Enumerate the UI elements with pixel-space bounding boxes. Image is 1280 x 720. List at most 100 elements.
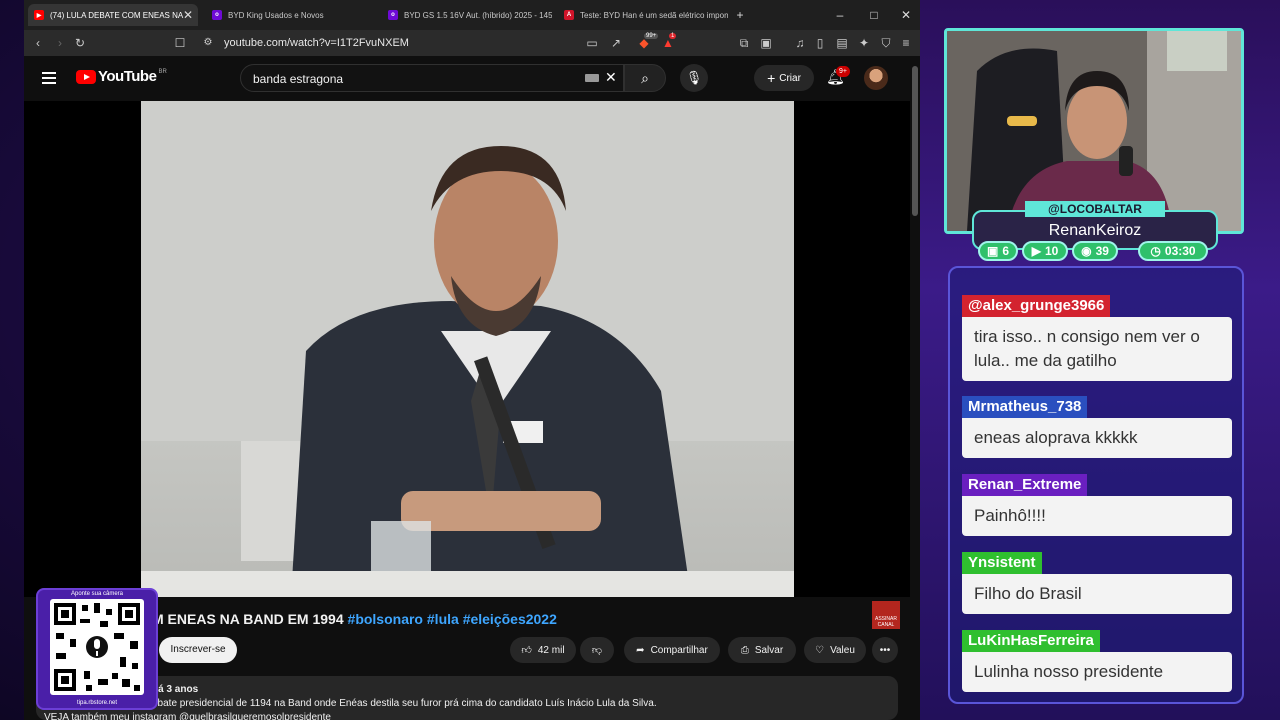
search-icon: ⌕ bbox=[641, 70, 649, 86]
page-scrollbar[interactable] bbox=[910, 56, 920, 720]
youtube-icon: ▶ bbox=[34, 10, 44, 20]
browser-toolbar: ‹ › ↻ ☐ ⚙ youtube.com/watch?v=I1T2FvuNXE… bbox=[24, 30, 920, 56]
kick-viewers: ◉ 39 bbox=[1072, 241, 1118, 261]
plus-icon: + bbox=[767, 70, 776, 86]
chat-username: Mrmatheus_738 bbox=[962, 396, 1088, 418]
stream-timer: ◷ 03:30 bbox=[1138, 241, 1208, 261]
reload-icon[interactable]: ↻ bbox=[72, 35, 88, 51]
sidebar-icon[interactable]: ▯ bbox=[812, 35, 828, 51]
chat-text: tira isso.. n consigo nem ver o lula.. m… bbox=[962, 317, 1232, 381]
chat-username: @alex_grunge3966 bbox=[962, 295, 1111, 317]
subscribe-button[interactable]: Inscrever-se bbox=[159, 637, 237, 663]
streamer-handle: @LOCOBALTAR bbox=[1025, 201, 1165, 217]
tab-byd-han[interactable]: A Teste: BYD Han é um sedã elétrico impo… bbox=[558, 4, 728, 26]
chat-username: Ynsistent bbox=[962, 552, 1042, 574]
kick-count: 39 bbox=[1095, 244, 1109, 258]
tab-byd-gs[interactable]: o BYD GS 1.5 16V Aut. (híbrido) 2025 - 1… bbox=[382, 4, 552, 26]
create-button[interactable]: + Criar bbox=[754, 65, 814, 91]
youtube-page: YouTube BR banda estragona ✕ ⌕ 🎙︎ + Cria… bbox=[24, 56, 920, 720]
heart-icon: ♡ bbox=[815, 644, 825, 656]
clock-icon: ◷ bbox=[1150, 244, 1161, 258]
timer-value: 03:30 bbox=[1164, 244, 1196, 258]
logo-text: YouTube bbox=[98, 68, 157, 85]
voice-search-button[interactable]: 🎙︎ bbox=[680, 64, 708, 92]
kick-icon: ◉ bbox=[1081, 244, 1092, 258]
autoesporte-icon: A bbox=[564, 10, 574, 20]
more-actions-button[interactable]: ••• bbox=[872, 637, 898, 663]
like-count: 42 mil bbox=[537, 644, 565, 656]
keyboard-icon[interactable] bbox=[585, 74, 599, 82]
back-icon[interactable]: ‹ bbox=[30, 35, 46, 51]
video-title: M ENEAS NA BAND EM 1994 #bolsonaro #lula… bbox=[152, 611, 557, 627]
notification-count: 9+ bbox=[836, 66, 850, 77]
like-button[interactable]: 👍︎ 42 mil bbox=[510, 637, 576, 663]
leo-ai-icon[interactable]: ✦ bbox=[856, 35, 872, 51]
tab-youtube[interactable]: ▶ (74) LULA DEBATE COM ENEAS NA bbox=[28, 4, 198, 26]
close-window-icon[interactable]: ✕ bbox=[898, 7, 914, 23]
thanks-label: Valeu bbox=[830, 644, 855, 656]
clear-search-icon[interactable]: ✕ bbox=[605, 69, 617, 86]
create-label: Criar bbox=[779, 72, 801, 84]
tab-label: Teste: BYD Han é um sedã elétrico impone… bbox=[580, 10, 728, 20]
save-button[interactable]: ⎙ Salvar bbox=[728, 637, 796, 663]
twitch-viewers: ▣ 6 bbox=[978, 241, 1018, 261]
extensions-icon[interactable]: ⧉ bbox=[736, 35, 752, 51]
subscribe-channel-overlay[interactable]: ASSINAR CANAL bbox=[872, 601, 900, 629]
maximize-icon[interactable]: □ bbox=[866, 7, 882, 23]
hashtag-link[interactable]: #lula bbox=[427, 611, 459, 627]
url-bar[interactable]: youtube.com/watch?v=I1T2FvuNXEM bbox=[224, 37, 409, 49]
twitch-icon: ▣ bbox=[986, 244, 999, 258]
forward-icon[interactable]: › bbox=[52, 35, 68, 51]
bookmark-icon[interactable]: ☐ bbox=[172, 35, 188, 51]
tab-label: (74) LULA DEBATE COM ENEAS NA bbox=[50, 10, 184, 20]
save-icon: ⎙ bbox=[740, 644, 749, 656]
menu-icon[interactable]: ≡ bbox=[898, 35, 914, 51]
dislike-button[interactable]: 👎︎ bbox=[580, 637, 614, 663]
save-label: Salvar bbox=[754, 644, 784, 656]
subscribe-overlay-label: ASSINAR CANAL bbox=[875, 616, 897, 628]
hashtag-link[interactable]: #bolsonaro bbox=[348, 611, 423, 627]
browser-window: ▶ (74) LULA DEBATE COM ENEAS NA ✕ o BYD … bbox=[24, 0, 920, 720]
thanks-button[interactable]: ♡ Valeu bbox=[804, 637, 866, 663]
region-label: BR bbox=[158, 68, 167, 75]
youtube-count: 10 bbox=[1044, 244, 1059, 258]
youtube-logo[interactable]: YouTube BR bbox=[76, 68, 167, 85]
streamer-name: RenanKeiroz bbox=[1048, 222, 1142, 239]
youtube-viewers: ▶ 10 bbox=[1022, 241, 1068, 261]
more-icon: ••• bbox=[879, 644, 891, 656]
new-tab-icon[interactable]: + bbox=[732, 7, 748, 23]
vpn-icon[interactable]: ⛉ bbox=[878, 35, 894, 51]
tab-byd-king[interactable]: o BYD King Usados e Novos bbox=[206, 4, 376, 26]
video-player[interactable]: ASSINAR CANAL bbox=[24, 101, 910, 629]
qr-code-overlay: Aponte sua câmera tipa.rbstore.net bbox=[36, 588, 158, 710]
share-label: Compartilhar bbox=[650, 644, 708, 656]
chat-message: Renan_Extreme Painhô!!!! bbox=[962, 474, 1232, 536]
share-arrow-icon: ➦ bbox=[636, 644, 645, 656]
hamburger-menu-icon[interactable] bbox=[42, 72, 56, 84]
scrollbar-thumb[interactable] bbox=[912, 66, 918, 216]
avatar[interactable] bbox=[864, 66, 888, 90]
chat-text: Lulinha nosso presidente bbox=[962, 652, 1232, 692]
screenshot-icon[interactable]: ▣ bbox=[758, 35, 774, 51]
close-tab-icon[interactable]: ✕ bbox=[180, 7, 196, 23]
video-frame bbox=[141, 101, 794, 597]
thumbs-up-icon: 👍︎ bbox=[521, 645, 532, 656]
description-text-2: VEJA também meu instagram @quelbrasilque… bbox=[44, 712, 331, 720]
tab-label: BYD GS 1.5 16V Aut. (híbrido) 2025 - 145… bbox=[404, 10, 552, 20]
description-box[interactable]: há 3 anos ebate presidencial de 1194 na … bbox=[36, 676, 898, 720]
cast-icon[interactable]: ▭ bbox=[584, 35, 600, 51]
chat-message: Mrmatheus_738 eneas aloprava kkkkk bbox=[962, 396, 1232, 458]
qr-code-image bbox=[50, 599, 144, 695]
media-icon[interactable]: ♫ bbox=[792, 35, 808, 51]
youtube-play-icon bbox=[76, 69, 96, 84]
share-button[interactable]: ➦ Compartilhar bbox=[624, 637, 720, 663]
site-info-icon[interactable]: ⚙ bbox=[200, 35, 216, 51]
search-button[interactable]: ⌕ bbox=[624, 64, 666, 92]
description-text: ebate presidencial de 1194 na Band onde … bbox=[152, 698, 657, 709]
search-input[interactable]: banda estragona ✕ bbox=[240, 64, 624, 92]
minimize-icon[interactable]: – bbox=[832, 7, 848, 23]
wallet-icon[interactable]: ▤ bbox=[834, 35, 850, 51]
chat-message: Ynsistent Filho do Brasil bbox=[962, 552, 1232, 614]
hashtag-link[interactable]: #eleições2022 bbox=[463, 611, 557, 627]
share-icon[interactable]: ↗ bbox=[608, 35, 624, 51]
